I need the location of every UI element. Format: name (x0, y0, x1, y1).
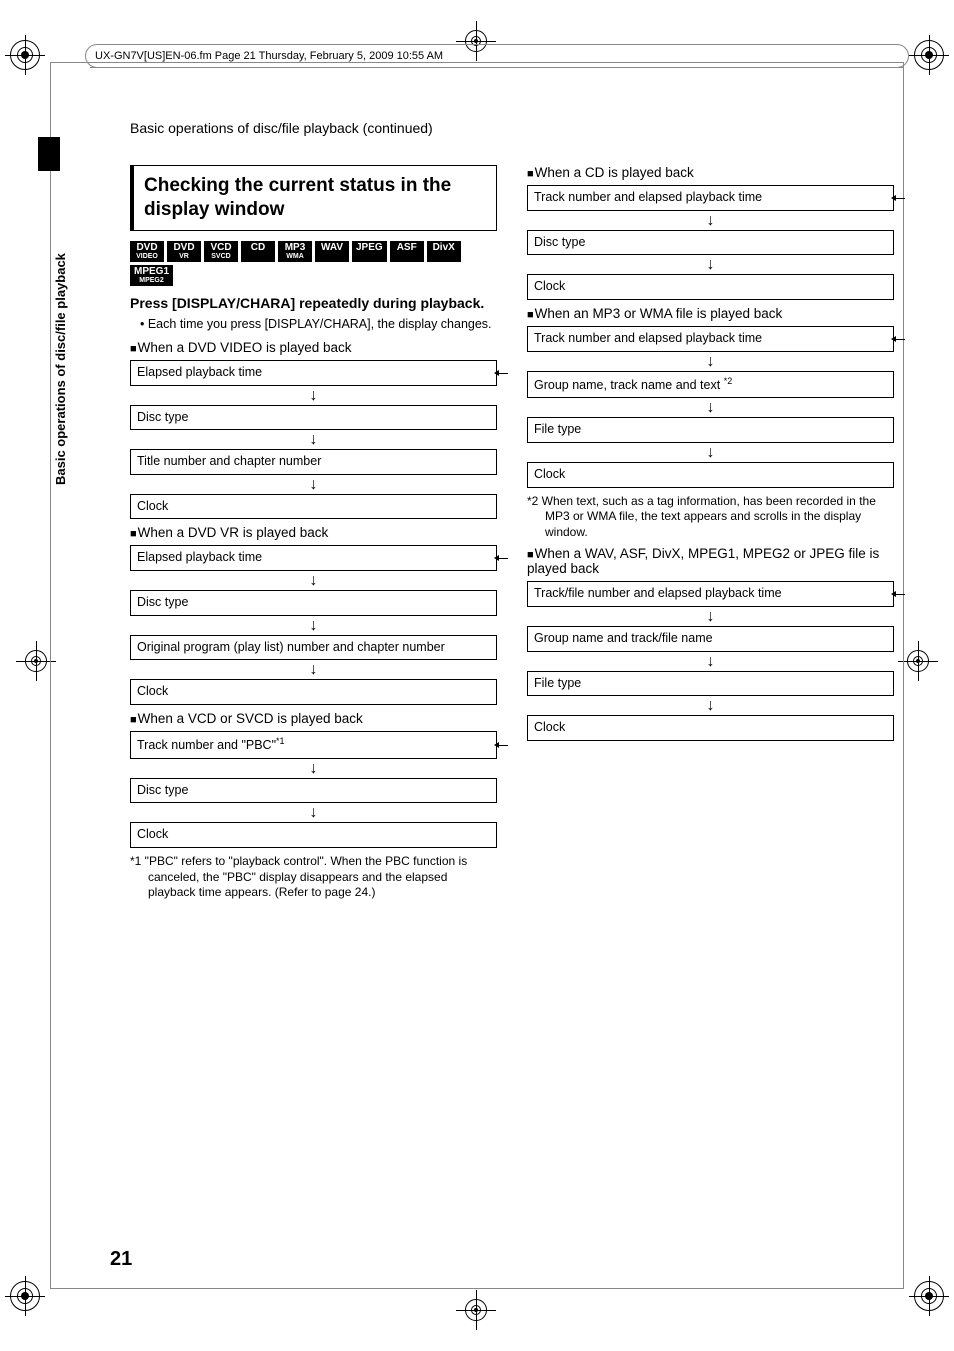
flow-step: Track number and "PBC"*1 (130, 731, 497, 759)
footnote-1: *1 "PBC" refers to "playback control". W… (130, 854, 497, 901)
down-arrow-icon: ↓ (527, 400, 894, 416)
badge-vcd-svcd: VCDSVCD (204, 241, 238, 262)
flow-step: Clock (130, 679, 497, 705)
left-column: Checking the current status in the displ… (130, 165, 497, 901)
subhead-mp3: When an MP3 or WMA file is played back (527, 306, 894, 321)
crop-mark (10, 40, 40, 70)
flow-step: Elapsed playback time (130, 360, 497, 386)
badge-dvd-video: DVDVIDEO (130, 241, 164, 262)
badge-mpeg: MPEG1MPEG2 (130, 265, 173, 286)
badge-asf: ASF (390, 241, 424, 262)
topic-title-box: Checking the current status in the displ… (130, 165, 497, 231)
flow-step: Disc type (130, 778, 497, 804)
badge-mp3-wma: MP3WMA (278, 241, 312, 262)
section-header: Basic operations of disc/file playback (… (130, 120, 433, 136)
flow-step: Title number and chapter number (130, 449, 497, 475)
topic-title: Checking the current status in the displ… (144, 174, 486, 222)
flow-step: Group name and track/file name (527, 626, 894, 652)
flow-step: Elapsed playback time (130, 545, 497, 571)
subhead-dvd-video: When a DVD VIDEO is played back (130, 340, 497, 355)
crop-mark (907, 650, 929, 672)
down-arrow-icon: ↓ (130, 477, 497, 493)
format-badges: DVDVIDEO DVDVR VCDSVCD CD MP3WMA WAV JPE… (130, 241, 497, 286)
down-arrow-icon: ↓ (130, 618, 497, 634)
flow-step: Group name, track name and text *2 (527, 371, 894, 399)
down-arrow-icon: ↓ (527, 445, 894, 461)
section-tab (38, 137, 60, 171)
down-arrow-icon: ↓ (527, 698, 894, 714)
flow-step: Clock (130, 494, 497, 520)
subhead-cd: When a CD is played back (527, 165, 894, 180)
flow-step: Clock (527, 715, 894, 741)
flow-step: File type (527, 417, 894, 443)
sidebar-label: Basic operations of disc/file playback (53, 253, 68, 485)
crop-mark (914, 1281, 944, 1311)
down-arrow-icon: ↓ (130, 573, 497, 589)
page-number: 21 (110, 1248, 132, 1271)
crop-mark (25, 650, 47, 672)
badge-dvd-vr: DVDVR (167, 241, 201, 262)
flow-step: Disc type (527, 230, 894, 256)
flow-step: Clock (130, 822, 497, 848)
footnote-2: *2 When text, such as a tag information,… (527, 494, 894, 541)
badge-wav: WAV (315, 241, 349, 262)
flow-step: Track number and elapsed playback time (527, 326, 894, 352)
flow-step: File type (527, 671, 894, 697)
down-arrow-icon: ↓ (527, 354, 894, 370)
subhead-dvd-vr: When a DVD VR is played back (130, 525, 497, 540)
badge-cd: CD (241, 241, 275, 262)
subhead-wav: When a WAV, ASF, DivX, MPEG1, MPEG2 or J… (527, 546, 894, 576)
down-arrow-icon: ↓ (130, 432, 497, 448)
bullet-note: • Each time you press [DISPLAY/CHARA], t… (140, 316, 497, 332)
instruction-text: Press [DISPLAY/CHARA] repeatedly during … (130, 294, 497, 312)
page-header: UX-GN7V[US]EN-06.fm Page 21 Thursday, Fe… (95, 50, 899, 65)
flow-step: Original program (play list) number and … (130, 635, 497, 661)
crop-mark (10, 1281, 40, 1311)
down-arrow-icon: ↓ (130, 805, 497, 821)
badge-divx: DivX (427, 241, 461, 262)
down-arrow-icon: ↓ (130, 662, 497, 678)
down-arrow-icon: ↓ (130, 388, 497, 404)
flow-step: Track/file number and elapsed playback t… (527, 581, 894, 607)
right-column: When a CD is played back Track number an… (527, 165, 894, 901)
down-arrow-icon: ↓ (130, 761, 497, 777)
crop-mark (914, 40, 944, 70)
crop-mark (465, 1299, 487, 1321)
flow-step: Track number and elapsed playback time (527, 185, 894, 211)
down-arrow-icon: ↓ (527, 654, 894, 670)
down-arrow-icon: ↓ (527, 609, 894, 625)
flow-step: Disc type (130, 405, 497, 431)
flow-step: Clock (527, 462, 894, 488)
badge-jpeg: JPEG (352, 241, 387, 262)
flow-step: Clock (527, 274, 894, 300)
down-arrow-icon: ↓ (527, 257, 894, 273)
down-arrow-icon: ↓ (527, 213, 894, 229)
subhead-vcd: When a VCD or SVCD is played back (130, 711, 497, 726)
flow-step: Disc type (130, 590, 497, 616)
